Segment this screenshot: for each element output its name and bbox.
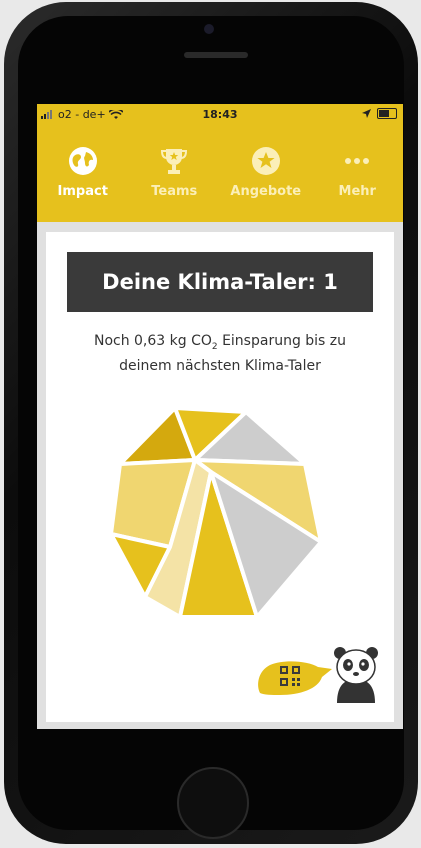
- tab-impact-label: Impact: [57, 184, 108, 199]
- globe-icon: [68, 146, 98, 176]
- star-icon: [251, 146, 281, 176]
- tab-mehr-label: Mehr: [338, 184, 376, 199]
- panda-mascot-icon: [334, 647, 378, 703]
- battery-icon: [377, 108, 397, 119]
- tab-impact[interactable]: Impact: [43, 126, 123, 222]
- home-button[interactable]: [177, 767, 249, 839]
- savings-hint-part2: Einsparung bis zu: [217, 333, 347, 349]
- klima-taler-octagon: [110, 407, 323, 619]
- app-screen: o2 - de+ 18:43 Impact Teams Angebote Meh…: [37, 104, 403, 729]
- savings-hint-part1: Noch 0,63 kg CO: [93, 333, 212, 349]
- status-bar: o2 - de+ 18:43: [37, 104, 403, 126]
- klima-taler-title: Deine Klima-Taler: 1: [67, 252, 373, 312]
- tab-angebote-label: Angebote: [230, 184, 302, 199]
- tab-angebote[interactable]: Angebote: [226, 126, 306, 222]
- tab-bar: Impact Teams Angebote Mehr: [37, 126, 403, 222]
- savings-hint-line2: deinem nächsten Klima-Taler: [119, 357, 321, 374]
- earpiece-speaker: [184, 52, 248, 58]
- more-dots-icon: [342, 146, 372, 176]
- qr-speech-bubble[interactable]: [256, 657, 332, 697]
- tab-teams-label: Teams: [151, 184, 198, 199]
- location-arrow-icon: [362, 109, 371, 118]
- status-time: 18:43: [202, 108, 238, 121]
- savings-hint: Noch 0,63 kg CO2 Einsparung bis zu deine…: [66, 332, 374, 376]
- tab-mehr[interactable]: Mehr: [317, 126, 397, 222]
- status-right: [362, 108, 397, 119]
- front-camera: [204, 24, 214, 34]
- tab-teams[interactable]: Teams: [134, 126, 214, 222]
- trophy-icon: [159, 146, 189, 176]
- klima-taler-card: Deine Klima-Taler: 1 Noch 0,63 kg CO2 Ei…: [46, 232, 394, 722]
